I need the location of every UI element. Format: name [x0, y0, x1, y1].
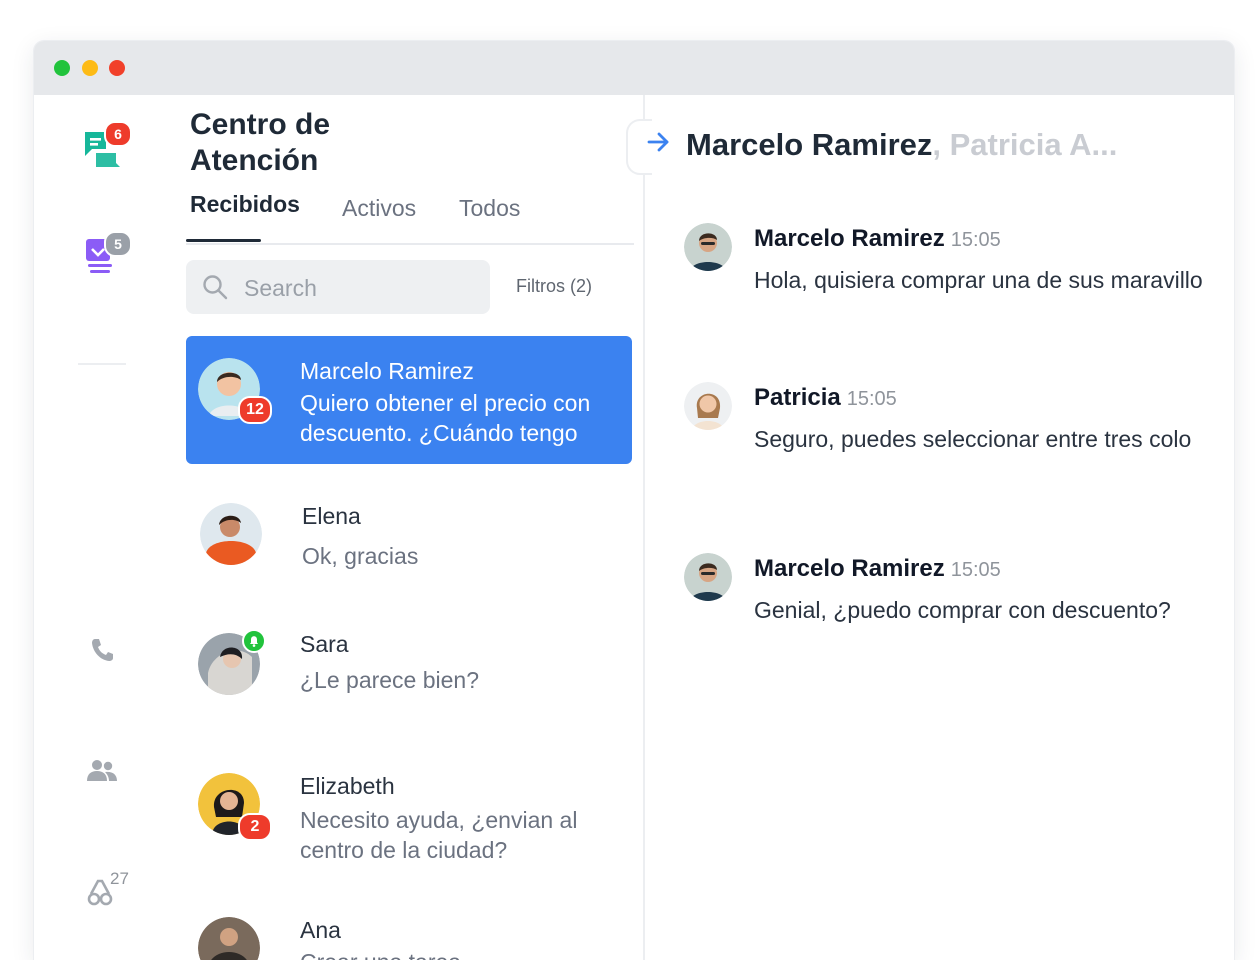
message-text: Seguro, puedes seleccionar entre tres co…	[754, 426, 1192, 452]
conversation-preview: Quiero obtener el precio con descuento. …	[300, 390, 591, 446]
avatar	[684, 223, 732, 271]
avatar	[198, 917, 262, 960]
rail-divider	[78, 363, 126, 365]
conversation-item-marcelo[interactable]: 12 Marcelo Ramirez Quiero obtener el pre…	[186, 336, 632, 464]
conversation-list-panel: Centro de Atención Recibidos Activos Tod…	[186, 95, 644, 960]
column-divider	[643, 95, 645, 960]
conversation-name: Ana	[300, 917, 341, 943]
inbox-count-badge: 5	[104, 231, 132, 257]
chat-header: Marcelo Ramirez, Patricia A...	[644, 95, 1234, 195]
unread-badge: 12	[238, 396, 272, 424]
conversation-preview: Crear una tarea	[300, 947, 630, 960]
window-close-button[interactable]	[109, 60, 125, 76]
unread-badge: 2	[238, 813, 272, 841]
conversation-item-ana[interactable]: Ana Crear una tarea	[186, 901, 632, 960]
search-box[interactable]	[186, 260, 490, 316]
conversation-name: Sara	[300, 631, 349, 657]
author-name: Marcelo Ramirez	[754, 225, 945, 252]
author-name: Marcelo Ramirez	[754, 555, 945, 582]
tab-todos[interactable]: Todos	[459, 195, 520, 222]
window-titlebar	[34, 41, 1234, 95]
conversation-preview: Necesito ayuda, ¿envian al centro de la …	[300, 807, 578, 863]
app-window: 6 5 27 Centro de Atención Recibidos Acti…	[34, 41, 1234, 960]
tab-activos[interactable]: Activos	[342, 195, 416, 222]
avatar	[684, 382, 732, 430]
conversation-name: Marcelo Ramirez	[300, 358, 474, 384]
conversation-name: Elizabeth	[300, 773, 395, 799]
tab-recibidos[interactable]: Recibidos	[190, 191, 300, 218]
search-icon	[202, 274, 228, 305]
chat-title-secondary: , Patricia A...	[932, 127, 1118, 162]
message-author: Marcelo Ramirez 15:05	[754, 225, 1001, 253]
conversation-item-sara[interactable]: Sara ¿Le parece bien?	[186, 615, 632, 743]
message-author: Marcelo Ramirez 15:05	[754, 555, 1001, 583]
message-author: Patricia 15:05	[754, 384, 897, 412]
phone-icon[interactable]	[90, 637, 114, 668]
team-count: 27	[110, 869, 129, 888]
active-tab-indicator	[186, 239, 261, 242]
page-title: Centro de Atención	[190, 108, 331, 177]
conversation-item-elena[interactable]: Elena Ok, gracias	[186, 485, 632, 613]
conversation-item-elizabeth[interactable]: 2 Elizabeth Necesito ayuda, ¿envian al c…	[186, 755, 632, 883]
message-time: 15:05	[950, 559, 1001, 581]
people-icon[interactable]	[86, 759, 118, 788]
chat-title: Marcelo Ramirez, Patricia A...	[686, 127, 1117, 163]
tab-bar: Recibidos Activos Todos	[186, 191, 634, 245]
online-status-icon	[242, 629, 266, 653]
avatar	[200, 503, 264, 567]
avatar	[684, 553, 732, 601]
chat-unread-badge: 6	[104, 121, 132, 147]
search-input[interactable]	[242, 260, 476, 316]
message-time: 15:05	[950, 229, 1001, 251]
filters-button[interactable]: Filtros (2)	[516, 276, 592, 297]
arrow-right-icon[interactable]	[646, 131, 672, 158]
conversation-name: Elena	[302, 503, 361, 529]
message-time: 15:05	[846, 388, 897, 410]
chat-title-primary: Marcelo Ramirez	[686, 127, 933, 162]
conversation-preview: ¿Le parece bien?	[300, 667, 480, 693]
conversation-preview: Ok, gracias	[302, 543, 419, 569]
message-text: Genial, ¿puedo comprar con descuento?	[754, 597, 1171, 623]
window-maximize-button[interactable]	[54, 60, 70, 76]
author-name: Patricia	[754, 384, 841, 411]
message-text: Hola, quisiera comprar una de sus maravi…	[754, 267, 1203, 293]
window-minimize-button[interactable]	[82, 60, 98, 76]
